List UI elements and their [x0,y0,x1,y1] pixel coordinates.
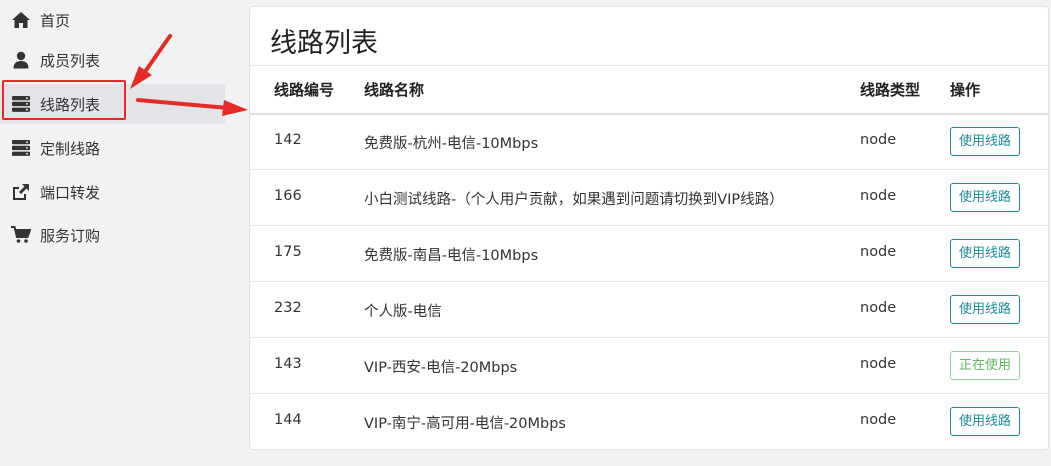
sidebar-item-port-forward[interactable]: 端口转发 [0,172,225,212]
user-icon [10,50,32,70]
use-route-button[interactable]: 使用线路 [950,183,1021,212]
column-header-type: 线路类型 [860,81,921,99]
server-icon [10,138,32,158]
route-id: 144 [274,412,302,428]
title-divider [250,65,1048,66]
route-id: 232 [274,300,302,316]
route-list-card: 线路列表 线路编号 线路名称 线路类型 操作 142 免费版-杭州-电信-10M… [249,6,1049,450]
route-type: node [860,300,897,316]
table-row: 175 免费版-南昌-电信-10Mbps node 使用线路 [250,226,1048,282]
route-id: 175 [274,244,302,260]
sidebar-item-label: 成员列表 [40,51,101,70]
share-icon [10,182,32,202]
table-row: 232 个人版-电信 node 使用线路 [250,282,1048,338]
sidebar-item-label: 服务订购 [40,226,101,245]
use-route-button[interactable]: 使用线路 [950,239,1021,268]
sidebar-item-subscribe[interactable]: 服务订购 [0,215,225,255]
route-type: node [860,188,897,204]
column-header-action: 操作 [950,81,981,99]
use-route-button[interactable]: 使用线路 [950,407,1021,436]
route-name: VIP-西安-电信-20Mbps [364,360,518,376]
route-type: node [860,244,897,260]
column-header-id: 线路编号 [274,81,335,99]
use-route-button[interactable]: 使用线路 [950,127,1021,156]
table-row: 143 VIP-西安-电信-20Mbps node 正在使用 [250,338,1048,394]
route-id: 142 [274,132,302,148]
route-name: VIP-南宁-高可用-电信-20Mbps [364,416,566,432]
sidebar: 首页 成员列表 线路列表 定制线路 端口转发 服务订购 [0,0,232,466]
column-header-name: 线路名称 [364,81,425,99]
sidebar-item-members[interactable]: 成员列表 [0,40,225,80]
use-route-button[interactable]: 使用线路 [950,295,1021,324]
route-name: 小白测试线路-（个人用户贡献，如果遇到问题请切换到VIP线路） [364,192,784,208]
route-type: node [860,132,897,148]
route-id: 143 [274,356,302,372]
table-row: 144 VIP-南宁-高可用-电信-20Mbps node 使用线路 [250,394,1048,450]
table-row: 142 免费版-杭州-电信-10Mbps node 使用线路 [250,114,1048,170]
sidebar-item-label: 端口转发 [40,183,101,202]
route-type: node [860,412,897,428]
page-title: 线路列表 [270,28,378,59]
sidebar-item-label: 首页 [40,11,71,30]
route-name: 免费版-杭州-电信-10Mbps [364,136,539,152]
sidebar-item-label: 定制线路 [40,139,101,158]
cart-icon [10,225,32,245]
route-type: node [860,356,897,372]
sidebar-item-custom-routes[interactable]: 定制线路 [0,128,225,168]
annotation-highlight-box [2,80,126,120]
sidebar-item-home[interactable]: 首页 [0,0,225,40]
route-name: 个人版-电信 [364,304,442,320]
route-name: 免费版-南昌-电信-10Mbps [364,248,539,264]
route-id: 166 [274,188,302,204]
home-icon [10,10,32,30]
in-use-button[interactable]: 正在使用 [950,351,1021,380]
table-row: 166 小白测试线路-（个人用户贡献，如果遇到问题请切换到VIP线路） node… [250,170,1048,226]
